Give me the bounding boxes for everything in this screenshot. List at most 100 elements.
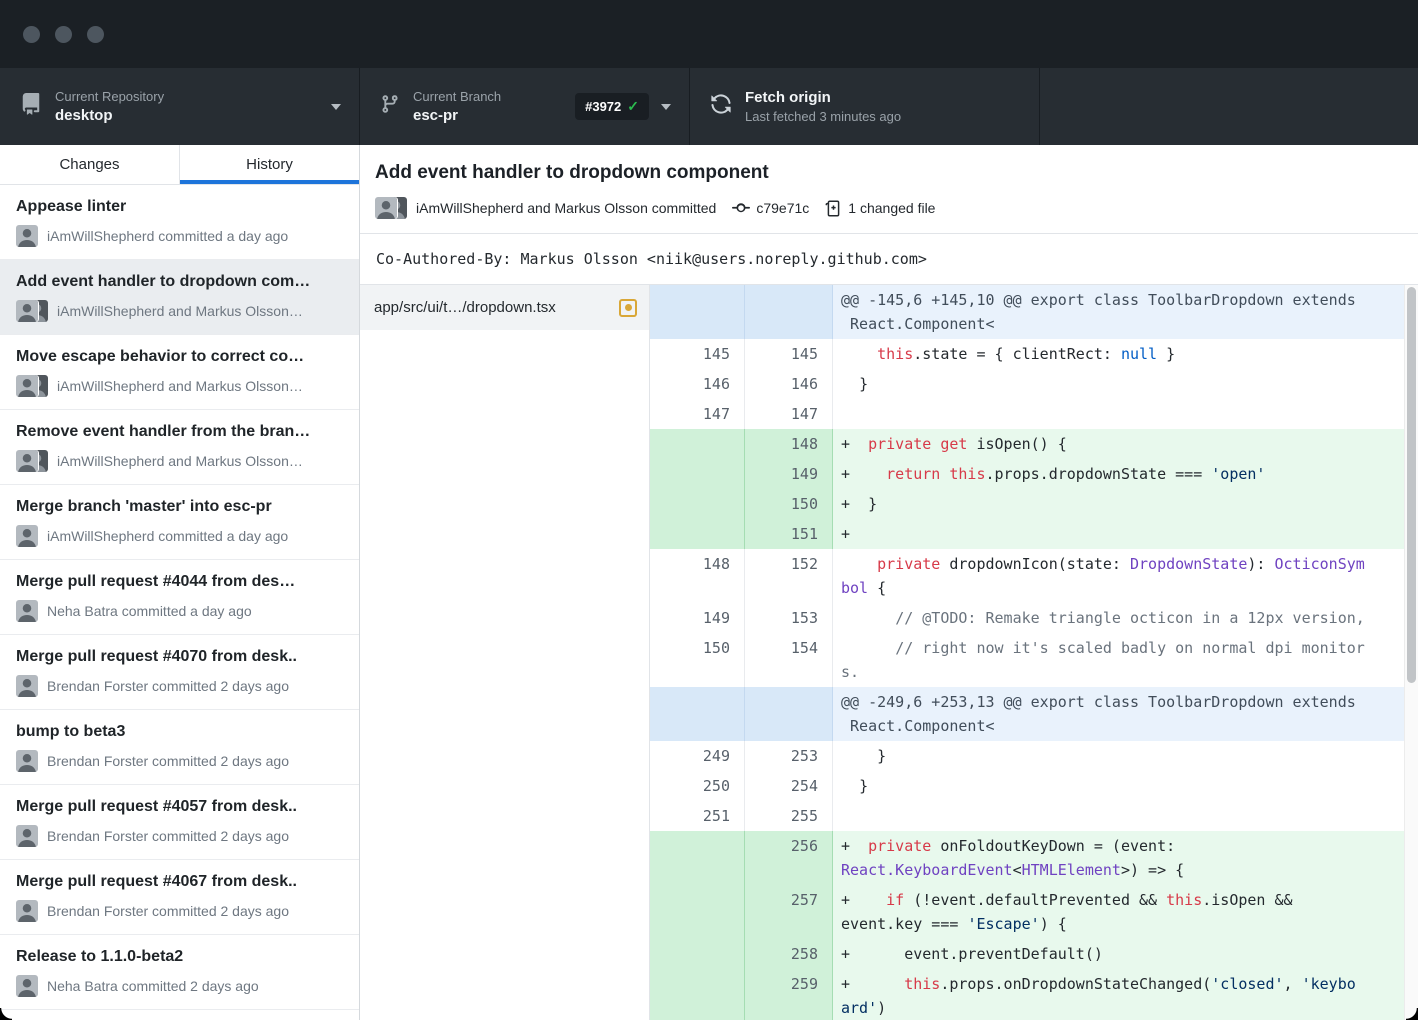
commit-item-title: Merge branch 'master' into esc-pr xyxy=(16,497,343,517)
old-line-number: 150 xyxy=(650,633,745,687)
tab-history-label: History xyxy=(246,156,293,173)
diff-line-content: @@ -249,6 +253,13 @@ export class Toolba… xyxy=(833,687,1404,741)
pr-status-badge[interactable]: #3972 ✓ xyxy=(575,93,649,120)
repository-switcher-button[interactable]: Current Repository desktop xyxy=(0,68,360,145)
avatar xyxy=(16,825,38,847)
commit-header: Add event handler to dropdown component … xyxy=(360,145,1418,233)
commit-item-title: Merge pull request #4057 from desk.. xyxy=(16,797,343,817)
commit-item-meta: Brendan Forster committed 2 days ago xyxy=(16,900,343,922)
new-line-number: 259 xyxy=(745,969,833,1020)
commit-item-meta-text: iAmWillShepherd committed a day ago xyxy=(47,528,288,544)
old-line-number: 146 xyxy=(650,369,745,399)
diff-line-row: 259+ this.props.onDropdownStateChanged('… xyxy=(650,969,1404,1020)
changed-file-icon xyxy=(825,200,842,217)
fetch-origin-button[interactable]: Fetch origin Last fetched 3 minutes ago xyxy=(690,68,1040,145)
commit-list-item[interactable]: Merge pull request #4044 from des… Neha … xyxy=(0,560,359,635)
diff-line-row: 150+ } xyxy=(650,489,1404,519)
commit-item-meta: iAmWillShepherd and Markus Olsson… xyxy=(16,300,343,322)
commit-title: Add event handler to dropdown component xyxy=(375,160,1402,185)
new-line-number: 153 xyxy=(745,603,833,633)
avatar-stack xyxy=(16,450,48,472)
file-modified-icon xyxy=(619,299,637,317)
diff-line-row: 146146 } xyxy=(650,369,1404,399)
commit-item-meta: Brendan Forster committed 2 days ago xyxy=(16,750,343,772)
commit-item-meta-text: iAmWillShepherd and Markus Olsson… xyxy=(57,303,303,319)
new-line-number: 254 xyxy=(745,771,833,801)
new-line-number xyxy=(745,285,833,339)
content: Changes History Appease linter iAmWillSh… xyxy=(0,145,1418,1020)
commit-item-meta: Neha Batra committed 2 days ago xyxy=(16,975,343,997)
commit-item-title: bump to beta3 xyxy=(16,722,343,742)
commit-item-title: Add event handler to dropdown com… xyxy=(16,272,343,292)
diff-line-row: 251255 xyxy=(650,801,1404,831)
diff-line-row: 250254 } xyxy=(650,771,1404,801)
new-line-number: 148 xyxy=(745,429,833,459)
diff-line-row: 258+ event.preventDefault() xyxy=(650,939,1404,969)
scrollbar-thumb[interactable] xyxy=(1407,287,1416,683)
commit-item-meta-text: Brendan Forster committed 2 days ago xyxy=(47,903,289,919)
commit-item-title: Merge pull request #4067 from desk.. xyxy=(16,872,343,892)
window-zoom-button[interactable] xyxy=(87,26,104,43)
new-line-number: 145 xyxy=(745,339,833,369)
window-minimize-button[interactable] xyxy=(55,26,72,43)
diff-line-content: + xyxy=(833,519,1404,549)
sync-icon xyxy=(710,93,732,120)
changed-files-list: app/src/ui/t…/dropdown.tsx xyxy=(360,285,650,1020)
old-line-number: 147 xyxy=(650,399,745,429)
old-line-number xyxy=(650,519,745,549)
new-line-number: 257 xyxy=(745,885,833,939)
commit-sha: c79e71c xyxy=(756,200,809,216)
commit-list-item[interactable]: Appease linter iAmWillShepherd committed… xyxy=(0,185,359,260)
commit-list-item[interactable]: Move escape behavior to correct co… iAmW… xyxy=(0,335,359,410)
old-line-number: 249 xyxy=(650,741,745,771)
file-path: app/src/ui/t…/dropdown.tsx xyxy=(374,299,609,316)
commit-authors: iAmWillShepherd and Markus Olsson commit… xyxy=(416,200,716,216)
commit-list-item[interactable]: Merge branch 'master' into esc-pr iAmWil… xyxy=(0,485,359,560)
commit-item-title: Merge pull request #4070 from desk.. xyxy=(16,647,343,667)
diff-line-row: 147147 xyxy=(650,399,1404,429)
avatar xyxy=(16,600,38,622)
file-list-item[interactable]: app/src/ui/t…/dropdown.tsx xyxy=(360,285,649,330)
diff-scrollbar[interactable] xyxy=(1404,285,1418,1020)
commit-item-meta-text: Neha Batra committed 2 days ago xyxy=(47,978,259,994)
old-line-number: 145 xyxy=(650,339,745,369)
diff-line-content: this.state = { clientRect: null } xyxy=(833,339,1404,369)
commit-list-item[interactable]: Remove event handler from the bran… iAmW… xyxy=(0,410,359,485)
commit-list-item[interactable]: bump to beta3 Brendan Forster committed … xyxy=(0,710,359,785)
avatar xyxy=(16,375,38,397)
diff-line-content: @@ -145,6 +145,10 @@ export class Toolba… xyxy=(833,285,1404,339)
avatar xyxy=(16,225,38,247)
window-close-button[interactable] xyxy=(23,26,40,43)
repository-label: Current Repository xyxy=(55,89,319,105)
new-line-number: 255 xyxy=(745,801,833,831)
new-line-number: 150 xyxy=(745,489,833,519)
commit-list-item[interactable]: Merge pull request #4070 from desk.. Bre… xyxy=(0,635,359,710)
diff-line-row: 148+ private get isOpen() { xyxy=(650,429,1404,459)
diff-line-row: 256+ private onFoldoutKeyDown = (event: … xyxy=(650,831,1404,885)
commit-list-item[interactable]: Merge pull request #4067 from desk.. Bre… xyxy=(0,860,359,935)
commit-list-item[interactable]: Release to 1.1.0-beta2 Neha Batra commit… xyxy=(0,935,359,1010)
chevron-down-icon xyxy=(661,104,671,110)
repository-name: desktop xyxy=(55,107,319,125)
commit-meta: iAmWillShepherd and Markus Olsson commit… xyxy=(375,197,1402,233)
diff-line-content: + private get isOpen() { xyxy=(833,429,1404,459)
changed-files-count: 1 changed file xyxy=(848,200,935,216)
check-icon: ✓ xyxy=(627,98,639,115)
branch-switcher-button[interactable]: Current Branch esc-pr #3972 ✓ xyxy=(360,68,690,145)
diff-hunk-header-row: @@ -145,6 +145,10 @@ export class Toolba… xyxy=(650,285,1404,339)
diff-area: app/src/ui/t…/dropdown.tsx @@ -145,6 +14… xyxy=(360,285,1418,1020)
tab-history[interactable]: History xyxy=(180,145,359,184)
diff-view: @@ -145,6 +145,10 @@ export class Toolba… xyxy=(650,285,1404,1020)
tab-changes[interactable]: Changes xyxy=(0,145,180,184)
commit-list-item[interactable]: Merge pull request #4068 from desk.. xyxy=(0,1010,359,1020)
app-window: Current Repository desktop Current Branc… xyxy=(0,0,1418,1020)
diff-line-content xyxy=(833,399,1404,429)
branch-label: Current Branch xyxy=(413,89,569,105)
avatar xyxy=(16,675,38,697)
commit-list-item[interactable]: Merge pull request #4057 from desk.. Bre… xyxy=(0,785,359,860)
new-line-number: 154 xyxy=(745,633,833,687)
new-line-number: 152 xyxy=(745,549,833,603)
commit-list-item[interactable]: Add event handler to dropdown com… iAmWi… xyxy=(0,260,359,335)
toolbar: Current Repository desktop Current Branc… xyxy=(0,68,1418,145)
avatar xyxy=(16,750,38,772)
